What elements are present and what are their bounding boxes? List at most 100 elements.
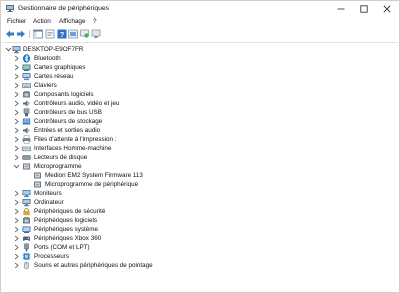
tree-item-audio-video-game[interactable]: Contrôleurs audio, vidéo et jeu [2, 99, 398, 108]
chevron-right-icon[interactable] [13, 136, 20, 143]
menu-help[interactable]: ? [93, 17, 97, 26]
minimize-icon [337, 8, 345, 10]
tree-item-keyboards[interactable]: Claviers [2, 81, 398, 90]
chevron-down-icon[interactable] [13, 163, 20, 170]
scan-hardware-button[interactable] [80, 29, 90, 39]
menu-bar: Fichier Action Affichage ? [1, 16, 399, 27]
tree-item-firmware[interactable]: Microprogramme [2, 162, 398, 171]
tree-item-software-components[interactable]: Composants logiciels [2, 90, 398, 99]
add-legacy-hardware-button[interactable] [91, 29, 101, 39]
tree-item-ports[interactable]: Ports (COM et LPT) [2, 243, 398, 252]
tree-item-processors[interactable]: Processeurs [2, 252, 398, 261]
tree-item-label: Moniteurs [34, 190, 62, 197]
processor-icon [22, 252, 31, 261]
tree-item-print-queues[interactable]: Files d'attente à l'impression : [2, 135, 398, 144]
minimize-button[interactable] [330, 1, 352, 16]
console-tree-icon [33, 29, 43, 39]
menu-view[interactable]: Affichage [59, 17, 86, 26]
tree-item-label: Ordinateur [34, 199, 64, 206]
mouse-icon [22, 261, 31, 270]
tree-item-human-interface[interactable]: Interfaces Homme-machine [2, 144, 398, 153]
tree-item-xbox-360[interactable]: Périphériques Xbox 360 [2, 234, 398, 243]
properties-icon [45, 29, 55, 39]
tree-item-label: Cartes graphiques [34, 64, 86, 71]
chevron-right-icon[interactable] [13, 118, 20, 125]
device-manager-app-icon [6, 5, 14, 12]
tree-item-security-devices[interactable]: Périphériques de sécurité [2, 207, 398, 216]
chevron-right-icon[interactable] [13, 190, 20, 197]
menu-file[interactable]: Fichier [7, 17, 26, 26]
tree-item-label: Interfaces Homme-machine [34, 145, 112, 152]
port-icon [22, 243, 31, 252]
tree-item-label: Microprogramme [34, 163, 82, 170]
tree-item-bluetooth[interactable]: Bluetooth [2, 54, 398, 63]
chevron-right-icon[interactable] [13, 262, 20, 269]
firmware-device-icon [33, 180, 42, 189]
chevron-right-icon[interactable] [13, 244, 20, 251]
tree-item-software-devices[interactable]: Périphériques logiciels [2, 216, 398, 225]
chevron-right-icon[interactable] [13, 235, 20, 242]
tree-item-storage-controllers[interactable]: Contrôleurs de stockage [2, 117, 398, 126]
tree-item-label: Périphériques Xbox 360 [34, 235, 102, 242]
tree-item-network-adapters[interactable]: Cartes réseau [2, 72, 398, 81]
close-button[interactable] [376, 1, 398, 16]
device-tree[interactable]: DESKTOP-E9OF7FR Bluetooth Cartes graphiq… [2, 42, 398, 292]
tree-item-label: Composants logiciels [34, 91, 94, 98]
window-title: Gestionnaire de périphériques [18, 5, 110, 12]
tree-item-label: Contrôleurs de stockage [34, 118, 103, 125]
chevron-right-icon[interactable] [13, 109, 20, 116]
tree-item-audio-inputs-outputs[interactable]: Entrées et sorties audio [2, 126, 398, 135]
title-bar[interactable]: Gestionnaire de périphériques [1, 1, 399, 16]
chevron-right-icon[interactable] [13, 154, 20, 161]
tree-item-label: Contrôleurs audio, vidéo et jeu [34, 100, 120, 107]
back-button[interactable] [5, 29, 15, 39]
chevron-right-icon[interactable] [13, 226, 20, 233]
tree-item-label: Files d'attente à l'impression : [34, 136, 117, 143]
chevron-right-icon[interactable] [13, 55, 20, 62]
system-device-icon [22, 225, 31, 234]
close-icon [383, 5, 391, 13]
tree-child-label: Medion EM2 System Firmware 113 [45, 172, 143, 179]
firmware-icon [22, 162, 31, 171]
tree-item-label: Périphériques système [34, 226, 99, 233]
help-button[interactable]: ? [57, 29, 67, 39]
tree-item-display-adapters[interactable]: Cartes graphiques [2, 63, 398, 72]
computer-icon [22, 198, 31, 207]
menu-action[interactable]: Action [33, 17, 51, 26]
chevron-right-icon[interactable] [13, 253, 20, 260]
tree-item-mice[interactable]: Souris et autres périphériques de pointa… [2, 261, 398, 270]
tree-child-medion-firmware[interactable]: Medion EM2 System Firmware 113 [2, 171, 398, 180]
tree-item-monitors[interactable]: Moniteurs [2, 189, 398, 198]
chevron-right-icon[interactable] [13, 100, 20, 107]
chevron-right-icon[interactable] [13, 73, 20, 80]
chevron-right-icon[interactable] [13, 208, 20, 215]
tree-item-computer[interactable]: Ordinateur [2, 198, 398, 207]
tree-root[interactable]: DESKTOP-E9OF7FR [2, 45, 398, 54]
toolbar: ? [1, 28, 399, 40]
chevron-right-icon[interactable] [13, 217, 20, 224]
update-driver-button[interactable] [68, 29, 78, 39]
tree-child-device-firmware[interactable]: Microprogramme de périphérique [2, 180, 398, 189]
chevron-right-icon[interactable] [13, 82, 20, 89]
properties-button[interactable] [45, 29, 55, 39]
chevron-right-icon[interactable] [13, 145, 20, 152]
svg-text:?: ? [60, 30, 65, 39]
forward-button[interactable] [16, 29, 26, 39]
tree-item-label: Périphériques de sécurité [34, 208, 106, 215]
tree-item-usb-controllers[interactable]: Contrôleurs de bus USB [2, 108, 398, 117]
tree-item-system-devices[interactable]: Périphériques système [2, 225, 398, 234]
chevron-right-icon[interactable] [13, 64, 20, 71]
tree-item-disk-drives[interactable]: Lecteurs de disque [2, 153, 398, 162]
forward-arrow-icon [17, 30, 25, 38]
device-manager-window: Gestionnaire de périphériques Fichier Ac… [0, 0, 400, 293]
audio-icon [22, 99, 31, 108]
add-hardware-icon [91, 29, 101, 38]
keyboard-icon [22, 81, 31, 90]
tree-item-label: Ports (COM et LPT) [34, 244, 90, 251]
maximize-button[interactable] [353, 1, 375, 16]
show-hide-tree-button[interactable] [33, 29, 43, 39]
chevron-down-icon[interactable] [5, 46, 12, 53]
chevron-right-icon[interactable] [13, 127, 20, 134]
chevron-right-icon[interactable] [13, 199, 20, 206]
chevron-right-icon[interactable] [13, 91, 20, 98]
